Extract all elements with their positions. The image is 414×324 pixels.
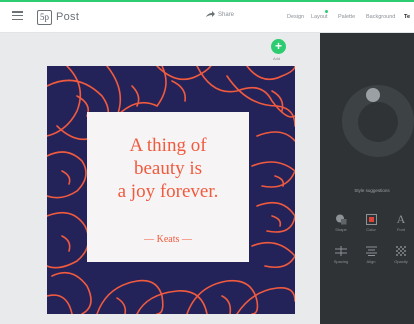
nav-layout[interactable]: Layout [311,10,328,20]
color-swatch-icon [360,213,382,225]
spacing-icon [330,245,352,257]
style-wheel-knob[interactable] [366,88,380,102]
nav-design[interactable]: Design [287,14,304,20]
quote-line: a joy forever. [117,181,219,202]
color-tool[interactable]: Color [360,213,382,232]
menu-icon[interactable] [12,11,23,21]
font-label: Font [396,227,405,232]
top-bar: 5p Post Share Design Layout Palette Back… [0,0,414,33]
quote-card[interactable]: A thing of beauty is a joy forever. — Ke… [87,112,249,262]
shape-tool[interactable]: Shape [330,213,352,232]
color-label: Color [366,227,376,232]
quote-text[interactable]: A thing of beauty is a joy forever. [87,134,249,203]
font-icon: A [396,212,406,226]
add-label: Add [273,56,281,61]
design-canvas[interactable]: A thing of beauty is a joy forever. — Ke… [47,66,295,314]
app-logo: 5p Post [37,9,79,25]
share-label: Share [218,11,235,18]
opacity-tool[interactable]: Opacity [390,245,412,264]
quote-line: beauty is [133,158,203,179]
align-tool[interactable]: Align [360,245,382,264]
align-label: Align [366,259,376,264]
shape-icon [330,213,352,225]
align-icon [360,245,382,257]
nav-text[interactable]: Te [404,14,410,20]
new-indicator-dot [324,10,328,13]
logo-box: 5p [37,9,52,25]
opacity-label: Opacity [394,259,408,264]
style-wheel-center [358,102,398,142]
font-tool[interactable]: A Font [390,213,412,232]
style-suggestions-label: Style suggestions [354,188,390,193]
nav-layout-label: Layout [311,14,328,20]
shape-label: Shape [335,227,347,232]
nav-background[interactable]: Background [366,14,395,20]
quote-author[interactable]: — Keats — [87,234,249,245]
quote-line: A thing of [129,135,207,156]
opacity-icon [390,245,412,257]
spacing-tool[interactable]: Spacing [330,245,352,264]
spacing-label: Spacing [333,259,349,264]
add-button[interactable]: + [271,39,286,54]
share-arrow-icon [206,11,215,17]
style-panel: Style suggestions Shape Color A Font Spa… [320,33,414,324]
nav-palette[interactable]: Palette [338,14,355,20]
share-button[interactable]: Share [206,11,234,18]
logo-text: Post [56,11,80,23]
